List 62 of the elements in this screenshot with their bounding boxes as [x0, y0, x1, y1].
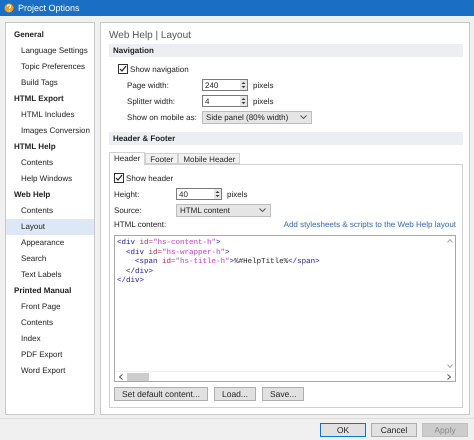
field-label: HTML content: [114, 220, 166, 231]
checkbox[interactable]: Show header [114, 172, 456, 184]
sidebar-item[interactable]: Front Page [6, 299, 94, 315]
stylesheets-link[interactable]: Add stylesheets & scripts to the Web Help layout [284, 220, 456, 231]
sidebar-item[interactable]: Build Tags [6, 75, 94, 91]
spinner-icon[interactable] [214, 189, 221, 199]
sidebar-item[interactable]: Topic Preferences [6, 59, 94, 75]
sidebar-item[interactable]: Layout [6, 219, 94, 235]
unit-label: pixels [253, 80, 274, 90]
tab[interactable]: Header [109, 152, 146, 165]
sidebar-item[interactable]: Images Conversion [6, 123, 94, 139]
sidebar-group[interactable]: HTML Export [6, 91, 94, 107]
sidebar-item[interactable]: Search [6, 251, 94, 267]
unit-label: pixels [227, 190, 248, 198]
field-label: Show on mobile as: [126, 112, 198, 122]
action-button[interactable]: Save... [262, 387, 304, 401]
sidebar-item[interactable]: Contents [6, 203, 94, 219]
number-input[interactable]: 4 [202, 95, 248, 107]
field-label: Splitter width: [126, 96, 176, 106]
page-title: Web Help | Layout [109, 30, 192, 43]
sidebar-item[interactable]: Language Settings [6, 43, 94, 59]
chevron-down-icon [300, 115, 307, 119]
sidebar-item[interactable]: Word Export [6, 363, 94, 379]
scroll-right-icon[interactable] [447, 374, 451, 380]
section-heading: Header & Footer [109, 132, 463, 145]
dropdown[interactable]: HTML content [176, 204, 271, 216]
sidebar-item[interactable]: Contents [6, 155, 94, 171]
sidebar-item[interactable]: Text Labels [6, 267, 94, 283]
app-icon [4, 3, 14, 13]
window-title: Project Options [18, 3, 80, 13]
scroll-left-icon[interactable] [119, 374, 123, 380]
dialog-button[interactable]: Cancel [371, 423, 417, 437]
sidebar-item[interactable]: Contents [6, 315, 94, 331]
unit-label: pixels [253, 96, 274, 106]
chevron-down-icon [259, 208, 266, 212]
sidebar-item[interactable]: Index [6, 331, 94, 347]
sidebar-group[interactable]: Web Help [6, 187, 94, 203]
checkmark-icon [115, 174, 123, 182]
field-label: Height: [114, 190, 140, 198]
sidebar-item[interactable]: PDF Export [6, 347, 94, 363]
number-input[interactable]: 240 [202, 79, 248, 91]
checkmark-icon [119, 65, 127, 73]
action-button[interactable]: Load... [214, 387, 256, 401]
sidebar-group[interactable]: Printed Manual [6, 283, 94, 299]
action-button[interactable]: Set default content... [114, 387, 208, 401]
tab[interactable]: Mobile Header [178, 153, 240, 164]
sidebar-item[interactable]: HTML Includes [6, 107, 94, 123]
tab[interactable]: Footer [145, 153, 178, 164]
scrollbar-thumb[interactable] [127, 372, 149, 380]
spinner-icon[interactable] [240, 96, 247, 106]
field-label: Page width: [126, 80, 170, 90]
dialog-button[interactable]: OK [320, 423, 366, 437]
number-input[interactable]: 40 [176, 188, 222, 200]
spinner-icon[interactable] [240, 80, 247, 90]
sidebar-item[interactable]: Help Windows [6, 171, 94, 187]
field-label: Source: [114, 206, 143, 214]
sidebar-item[interactable]: Appearance [6, 235, 94, 251]
sidebar-group[interactable]: General [6, 27, 94, 43]
sidebar-group[interactable]: HTML Help [6, 139, 94, 155]
section-heading: Navigation [109, 44, 463, 57]
checkbox[interactable]: Show navigation [118, 63, 463, 75]
dropdown[interactable]: Side panel (80% width) [202, 110, 312, 124]
